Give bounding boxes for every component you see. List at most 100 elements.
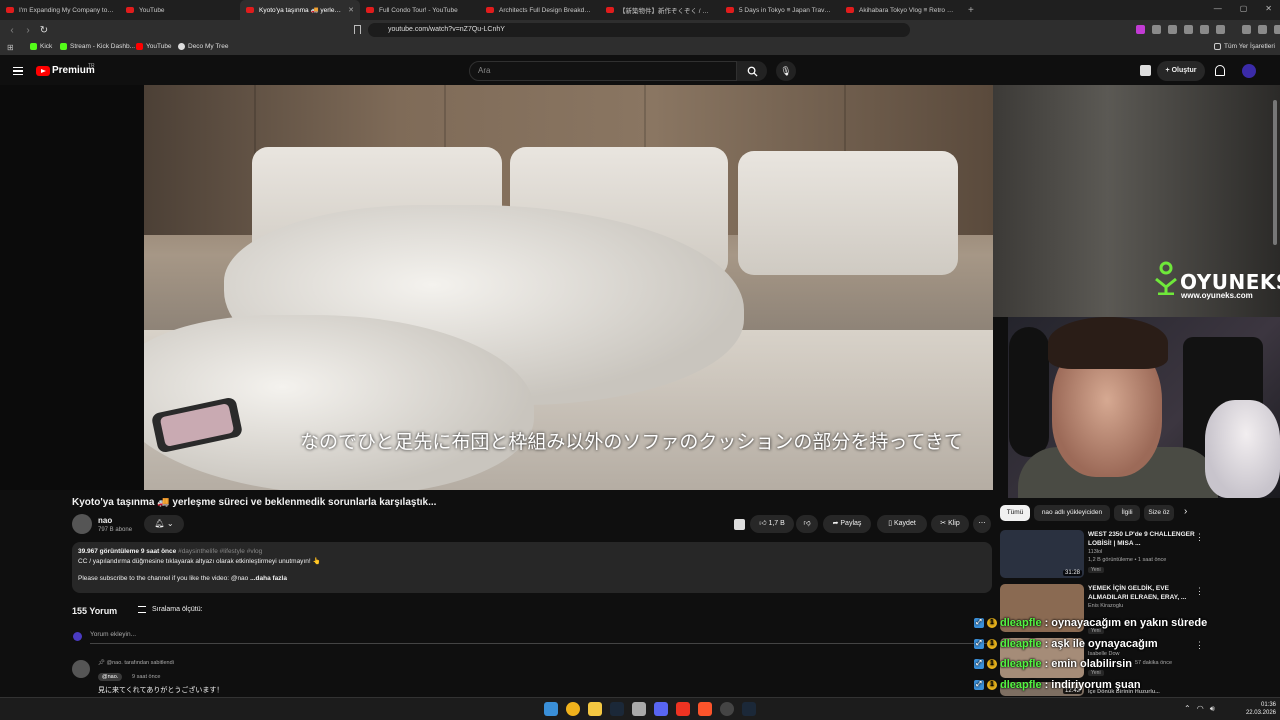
maximize-icon[interactable]: ▢ xyxy=(1240,4,1248,13)
chip-related[interactable]: İlgili xyxy=(1114,505,1140,521)
rec-title[interactable]: WEST 2350 LP'de 9 CHALLENGER LOBİSİ! | M… xyxy=(1088,530,1200,548)
like-button[interactable]: 👍︎ 1,7 B xyxy=(750,515,794,533)
app-icon[interactable] xyxy=(720,702,734,716)
add-comment-input[interactable]: Yorum ekleyin... xyxy=(90,631,990,644)
more-actions-button[interactable]: ⋯ xyxy=(973,515,991,533)
browser-tab[interactable]: I'm Expanding My Company to New xyxy=(0,0,120,20)
bookmark-stream[interactable]: Stream - Kick Dashb... xyxy=(60,43,135,50)
apps-grid-icon[interactable]: ⊞ xyxy=(7,43,14,52)
notifications-bell-icon[interactable] xyxy=(1215,65,1225,76)
youtube-icon xyxy=(846,7,854,13)
discord-icon[interactable] xyxy=(654,702,668,716)
description-box[interactable]: 39.967 görüntüleme 9 saat önce #daysinth… xyxy=(72,542,992,593)
extension-icon[interactable] xyxy=(1184,25,1193,34)
more-vert-icon[interactable]: ⋮ xyxy=(1195,532,1204,543)
comment-author[interactable]: @nao. xyxy=(98,673,123,681)
browser-tab[interactable]: 【新築物件】新作ぞくぞく / 家具が勇き xyxy=(600,0,720,20)
video-player[interactable]: なのでひと足先に布団と枠組み以外のソファのクッションの部分を持ってきて xyxy=(144,85,993,490)
cast-icon[interactable] xyxy=(1140,65,1151,76)
new-tab-button[interactable]: + xyxy=(960,5,982,16)
bookmark-youtube[interactable]: YouTube xyxy=(136,43,172,50)
more-vert-icon[interactable]: ⋮ xyxy=(1195,586,1204,597)
chat-user: dleapfle xyxy=(1000,638,1042,650)
steam-icon[interactable] xyxy=(742,702,756,716)
close-tab-icon[interactable]: ✕ xyxy=(348,6,354,14)
brave-icon[interactable] xyxy=(698,702,712,716)
show-more-link[interactable]: ...daha fazla xyxy=(250,575,287,582)
more-vert-icon[interactable]: ⋮ xyxy=(1195,640,1204,651)
all-bookmarks[interactable]: Tüm Yer İşaretleri xyxy=(1214,43,1275,50)
clip-button[interactable]: ✂ Klip xyxy=(931,515,969,533)
shield-icon[interactable] xyxy=(1274,25,1280,34)
wifi-icon[interactable]: ◠ xyxy=(1197,704,1204,714)
thanks-icon[interactable] xyxy=(734,519,745,530)
page-scrollbar[interactable] xyxy=(1273,100,1277,245)
reload-icon[interactable]: ↻ xyxy=(36,25,52,36)
back-arrow-icon[interactable]: ‹ xyxy=(4,25,20,36)
sort-icon[interactable] xyxy=(138,606,146,613)
search-input[interactable]: Ara xyxy=(469,61,737,81)
chevron-right-icon[interactable]: › xyxy=(1184,506,1187,517)
volume-icon[interactable]: 🔊︎ xyxy=(1210,704,1215,714)
comment-time: 9 saat önce xyxy=(132,674,161,680)
bookmark-kick[interactable]: Kick xyxy=(30,43,52,50)
browser-tab[interactable]: Akihabara Tokyo Vlog ≡ Retro Game xyxy=(840,0,960,20)
channel-name[interactable]: nao xyxy=(98,516,112,525)
recommendation-item[interactable]: 31:28 WEST 2350 LP'de 9 CHALLENGER LOBİS… xyxy=(1000,530,1270,580)
extension-icon[interactable] xyxy=(1136,25,1145,34)
create-button[interactable]: + Oluştur xyxy=(1157,61,1205,81)
voice-search-button[interactable]: 🎙 xyxy=(776,61,796,81)
opera-icon[interactable] xyxy=(676,702,690,716)
comment-text: 見に来てくれてありがとうございます！ xyxy=(98,686,224,694)
steam-icon[interactable] xyxy=(610,702,624,716)
sidebar-icon[interactable] xyxy=(1258,25,1267,34)
browser-tab[interactable]: 5 Days in Tokyo ≡ Japan Travel Vlog xyxy=(720,0,840,20)
browser-tab[interactable]: YouTube xyxy=(120,0,240,20)
chevron-up-icon[interactable]: ⌃ xyxy=(1184,704,1191,714)
app-icon[interactable] xyxy=(632,702,646,716)
system-clock[interactable]: 01:36 22.03.2026 xyxy=(1236,701,1276,717)
browser-tab[interactable]: Architects Full Design Breakdown of xyxy=(480,0,600,20)
hashtags[interactable]: #daysinthelife #lifestyle #vlog xyxy=(178,548,262,555)
comment-avatar[interactable] xyxy=(72,660,90,678)
extension-icon[interactable] xyxy=(1152,25,1161,34)
hamburger-menu-icon[interactable] xyxy=(13,67,23,75)
bookmark-page-icon[interactable] xyxy=(354,25,361,34)
chip-from-uploader[interactable]: nao adlı yükleyiciden xyxy=(1034,505,1110,521)
chip-for-you[interactable]: Size öz xyxy=(1144,505,1174,521)
extension-icon[interactable] xyxy=(1216,25,1225,34)
windows-start-icon[interactable] xyxy=(544,702,558,716)
youtube-logo-icon[interactable] xyxy=(36,66,50,76)
subscription-bell-button[interactable]: 🔔︎ ⌄ xyxy=(144,515,184,533)
extension-icon[interactable] xyxy=(1200,25,1209,34)
rec-title[interactable]: YEMEK İÇİN GELDİK, EVE ALMADILARI ELRAEN… xyxy=(1088,584,1200,602)
video-thumbnail[interactable]: 31:28 xyxy=(1000,530,1084,578)
save-button[interactable]: ▯ Kaydet xyxy=(877,515,927,533)
folder-icon[interactable] xyxy=(588,702,602,716)
browser-tab-active[interactable]: Kyoto'ya taşınma 🚚 yerleşme s ✕ xyxy=(240,0,360,20)
forward-arrow-icon[interactable]: › xyxy=(20,25,36,36)
extension-icon[interactable] xyxy=(1168,25,1177,34)
badge-icon: ⤢ xyxy=(974,659,984,669)
rec-channel[interactable]: Enis Kirazoglu xyxy=(1088,603,1123,609)
rec-channel[interactable]: 113lol xyxy=(1088,549,1102,555)
account-avatar[interactable] xyxy=(1242,64,1256,78)
chrome-icon[interactable] xyxy=(566,702,580,716)
bookmark-deco[interactable]: Deco My Tree xyxy=(178,43,228,50)
dislike-button[interactable]: 👎︎ xyxy=(796,515,818,533)
search-button[interactable] xyxy=(737,61,767,81)
chip-all[interactable]: Tümü xyxy=(1000,505,1030,521)
url-input[interactable]: youtube.com/watch?v=nZ7Qu-LCnhY xyxy=(368,23,910,37)
youtube-icon xyxy=(246,7,254,13)
browser-tab[interactable]: Full Condo Tour! - YouTube xyxy=(360,0,480,20)
channel-avatar[interactable] xyxy=(72,514,92,534)
youtube-icon xyxy=(366,7,374,13)
minimize-icon[interactable]: — xyxy=(1214,4,1222,13)
youtube-icon xyxy=(136,43,143,50)
badge-icon: 1 xyxy=(987,639,997,649)
music-icon[interactable] xyxy=(1242,25,1251,34)
close-window-icon[interactable]: ✕ xyxy=(1265,4,1272,13)
sort-button[interactable]: Sıralama ölçütü: xyxy=(152,606,203,613)
clock-date: 22.03.2026 xyxy=(1245,710,1276,716)
share-button[interactable]: ➦ Paylaş xyxy=(823,515,871,533)
